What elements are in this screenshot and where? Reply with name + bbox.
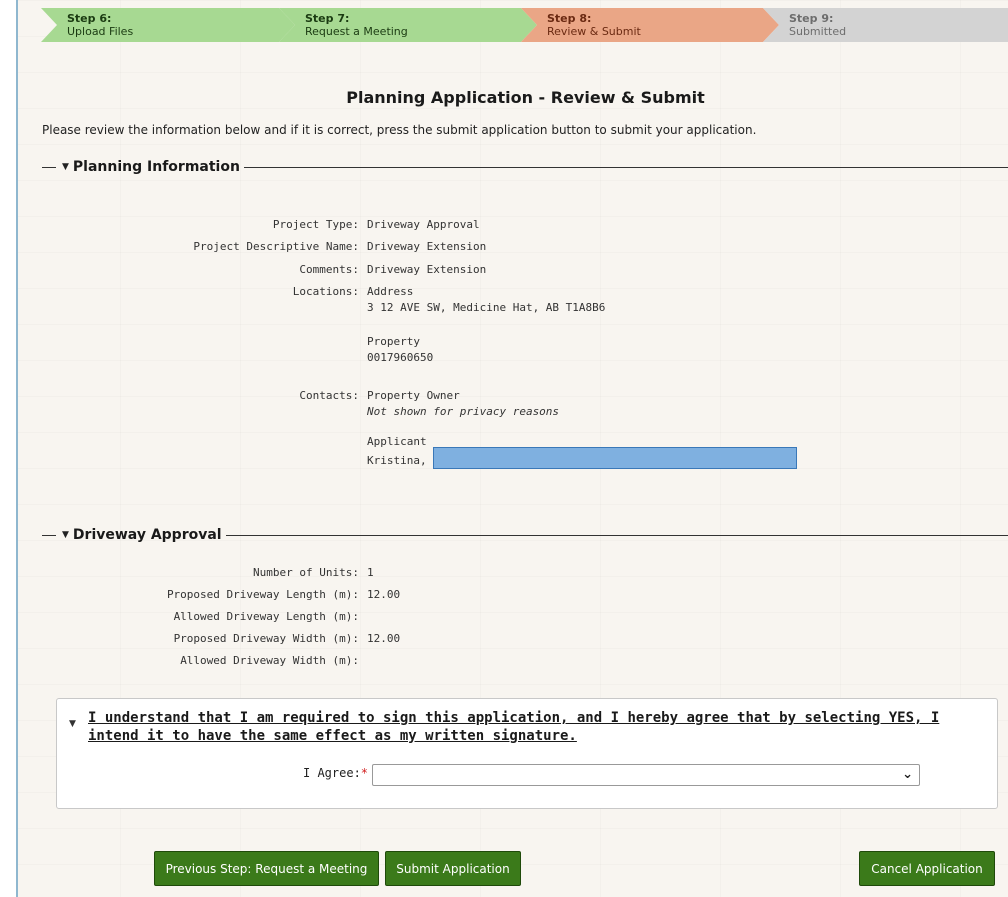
step-request-meeting[interactable]: Step 7: Request a Meeting	[279, 8, 537, 42]
step-upload-files[interactable]: Step 6: Upload Files	[41, 8, 295, 42]
field-value: Driveway Extension	[367, 240, 487, 253]
chevron-down-icon: ⌄	[902, 767, 913, 782]
collapse-dash	[42, 534, 56, 536]
address-heading: Address	[367, 285, 414, 298]
allowed-width-row: Allowed Driveway Width (m):	[28, 653, 367, 669]
owner-privacy-note: Not shown for privacy reasons	[367, 405, 560, 418]
step-number: Step 9:	[789, 12, 834, 25]
step-number: Step 8:	[547, 12, 592, 25]
field-label: Proposed Driveway Length (m):	[166, 588, 359, 601]
step-number: Step 7:	[305, 12, 350, 25]
main-content: Step 6: Upload Files Step 7: Request a M…	[28, 0, 1008, 897]
driveway-approval-header[interactable]: ▼ Driveway Approval	[42, 525, 1008, 545]
redacted-block	[433, 447, 798, 469]
allowed-length-row: Allowed Driveway Length (m):	[28, 609, 367, 625]
field-label: Project Descriptive Name:	[193, 240, 359, 253]
previous-step-button[interactable]: Previous Step: Request a Meeting	[154, 851, 379, 886]
step-name: Submitted	[789, 25, 847, 38]
step-progress-bar: Step 6: Upload Files Step 7: Request a M…	[41, 8, 1008, 42]
field-label: Allowed Driveway Width (m):	[180, 654, 359, 667]
signature-agreement-panel: ▼ I understand that I am required to sig…	[56, 698, 998, 809]
section-title: Driveway Approval	[72, 527, 222, 543]
section-divider	[225, 534, 1008, 536]
page-title: Planning Application - Review & Submit	[346, 88, 705, 107]
owner-heading: Property Owner	[367, 389, 460, 402]
collapse-dash	[42, 166, 56, 168]
field-label: Project Type:	[272, 218, 359, 231]
agree-label-text: I Agree:	[303, 766, 361, 780]
field-label: Contacts:	[299, 389, 359, 402]
caret-down-icon: ▼	[62, 162, 69, 172]
field-value: 12.00	[367, 632, 401, 645]
applicant-name: Kristina,	[367, 454, 427, 467]
step-review-submit[interactable]: Step 8: Review & Submit	[521, 8, 779, 42]
proposed-length-row: Proposed Driveway Length (m): 12.00	[28, 587, 400, 603]
comments-row: Comments: Driveway Extension	[28, 262, 486, 278]
property-id: 0017960650	[367, 351, 434, 364]
proposed-width-row: Proposed Driveway Width (m): 12.00	[28, 631, 401, 647]
locations-value: Address 3 12 AVE SW, Medicine Hat, AB T1…	[367, 284, 605, 366]
section-divider	[243, 166, 1008, 168]
step-number: Step 6:	[67, 12, 112, 25]
field-label: Allowed Driveway Length (m):	[173, 610, 359, 623]
field-value: 1	[367, 566, 374, 579]
field-label: Number of Units:	[253, 566, 359, 579]
locations-row: Locations: Address 3 12 AVE SW, Medicine…	[28, 284, 606, 366]
cancel-application-button[interactable]: Cancel Application	[859, 851, 995, 886]
intro-text: Please review the information below and …	[42, 123, 757, 137]
field-label: Locations:	[292, 285, 359, 298]
field-label: Comments:	[299, 263, 359, 276]
agreement-statement: I understand that I am required to sign …	[88, 710, 940, 744]
step-name: Review & Submit	[547, 25, 641, 38]
caret-down-icon[interactable]: ▼	[69, 719, 76, 729]
i-agree-select[interactable]: ⌄	[372, 764, 920, 786]
field-label: Proposed Driveway Width (m):	[173, 632, 359, 645]
property-heading: Property	[367, 335, 420, 348]
i-agree-label: I Agree:*	[303, 766, 368, 780]
left-frame-border	[0, 0, 18, 897]
step-submitted: Step 9: Submitted	[763, 8, 1008, 42]
contacts-value: Property Owner Not shown for privacy rea…	[367, 388, 798, 472]
required-asterisk: *	[360, 766, 369, 780]
address-value: 3 12 AVE SW, Medicine Hat, AB T1A8B6	[367, 301, 606, 314]
step-name: Request a Meeting	[305, 25, 408, 38]
field-value: Driveway Approval	[367, 218, 480, 231]
section-title: Planning Information	[72, 159, 240, 175]
field-value: 12.00	[367, 588, 401, 601]
field-value: Driveway Extension	[367, 263, 487, 276]
units-row: Number of Units: 1	[28, 565, 374, 581]
submit-application-button[interactable]: Submit Application	[385, 851, 521, 886]
step-name: Upload Files	[67, 25, 134, 38]
contacts-row: Contacts: Property Owner Not shown for p…	[28, 388, 798, 472]
caret-down-icon: ▼	[62, 530, 69, 540]
project-type-row: Project Type: Driveway Approval	[28, 217, 480, 233]
descriptive-name-row: Project Descriptive Name: Driveway Exten…	[28, 239, 486, 255]
planning-information-header[interactable]: ▼ Planning Information	[42, 157, 1008, 177]
